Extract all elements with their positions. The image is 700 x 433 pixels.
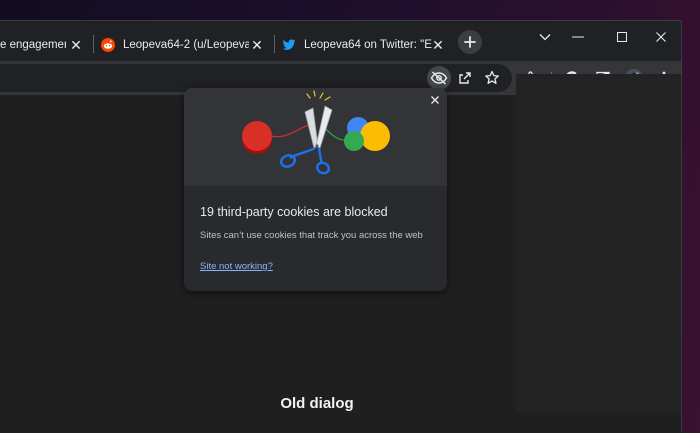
close-icon — [656, 32, 666, 42]
minimize-icon — [572, 36, 584, 38]
tab-1[interactable]: e engagement ✕ — [0, 29, 92, 61]
tab-separator — [274, 35, 275, 53]
tab-title: Leopeva64 on Twitter: "Edge — [304, 39, 432, 51]
cookie-controls-button[interactable] — [427, 66, 451, 90]
dialog-title: 19 third-party cookies are blocked — [200, 205, 388, 219]
tab-strip: e engagement ✕ Leopeva64-2 (u/Leopeva64-… — [0, 21, 681, 61]
close-icon — [431, 96, 439, 104]
new-tab-button[interactable] — [458, 30, 482, 54]
scissors-cookies-illustration — [242, 90, 390, 175]
close-window-button[interactable] — [641, 23, 681, 51]
tab-title: Leopeva64-2 (u/Leopeva64-2 — [123, 39, 249, 51]
twitter-icon — [282, 39, 296, 50]
tab-title: e engagement — [0, 39, 66, 51]
dialog-description: Sites can’t use cookies that track you a… — [200, 230, 423, 241]
eye-off-icon — [430, 71, 448, 85]
maximize-button[interactable] — [602, 23, 642, 51]
tab-2[interactable]: Leopeva64-2 (u/Leopeva64-2 ✕ — [101, 29, 273, 61]
maximize-icon — [617, 32, 627, 42]
page-content-side — [516, 74, 681, 413]
tab-separator — [93, 35, 94, 53]
close-icon[interactable]: ✕ — [430, 37, 446, 53]
reddit-icon — [101, 38, 115, 52]
tab-3[interactable]: Leopeva64 on Twitter: "Edge ✕ — [282, 29, 454, 61]
minimize-button[interactable] — [558, 23, 598, 51]
star-icon — [485, 70, 499, 84]
dialog-close-button[interactable] — [428, 93, 442, 107]
close-icon[interactable]: ✕ — [249, 37, 265, 53]
chevron-down-icon — [539, 34, 551, 41]
caption: Old dialog — [280, 395, 354, 412]
site-not-working-link[interactable]: Site not working? — [200, 261, 273, 272]
share-icon — [459, 72, 471, 84]
cookie-controls-dialog: 19 third-party cookies are blocked Sites… — [184, 88, 447, 291]
plus-icon — [464, 36, 476, 48]
share-button[interactable] — [453, 66, 477, 90]
close-icon[interactable]: ✕ — [68, 37, 84, 53]
bookmark-button[interactable] — [480, 66, 504, 90]
dialog-illustration — [184, 88, 447, 186]
